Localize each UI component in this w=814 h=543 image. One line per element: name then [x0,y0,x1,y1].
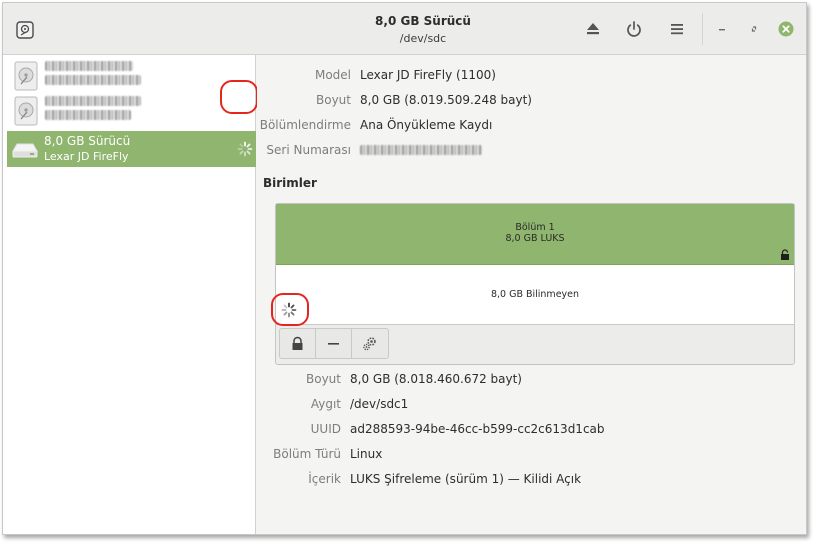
disks-app-icon[interactable] [15,20,35,40]
drive-list-item-selected[interactable]: 8,0 GB Sürücü Lexar JD FireFly [7,131,256,167]
value-device: /dev/sdc1 [350,397,409,411]
drive-details: Model Lexar JD FireFly (1100) Boyut 8,0 … [257,55,806,534]
busy-spinner-icon [237,141,253,157]
value-contents: LUKS Şifreleme (sürüm 1) — Kilidi Açık [350,472,582,486]
value-partitioning: Ana Önyükleme Kaydı [360,118,493,132]
power-icon[interactable] [624,19,644,39]
close-icon[interactable] [776,19,796,39]
lock-volume-button[interactable] [280,329,316,358]
lock-icon [292,336,303,350]
value-serial-redacted [360,145,482,159]
luks-content-block[interactable]: 8,0 GB Bilinmeyen [276,265,794,325]
label-device: Aygıt [310,397,341,411]
harddisk-icon [14,61,38,91]
window-subtitle: /dev/sdc [399,32,447,45]
value-partition-type: Linux [350,447,383,461]
label-partitioning: Bölümlendirme [259,118,351,132]
label-model: Model [314,68,351,82]
highlight-ring-sidebar [220,80,258,114]
redacted-drive-name [45,96,141,124]
value-uuid: ad288593-94be-46cc-b599-cc2c613d1cab [350,422,605,436]
label-contents: İçerik [308,472,341,486]
eject-icon[interactable] [583,19,603,39]
drive-list-item[interactable] [7,58,256,94]
menu-icon[interactable] [667,19,687,39]
minimize-icon[interactable] [712,19,732,39]
partition-block[interactable]: Bölüm 1 8,0 GB LUKS [276,204,794,265]
disks-window: 8,0 GB Sürücü /dev/sdc 8,0 GB Sürücü Lex… [2,2,807,535]
volumes-heading: Birimler [263,176,317,190]
volume-toolbar [279,328,389,359]
harddisk-icon [14,96,38,126]
usb-drive-icon [12,143,38,158]
minus-icon [328,343,339,345]
label-partition-type: Bölüm Türü [273,447,341,461]
content-desc: 8,0 GB Bilinmeyen [490,289,580,300]
drive-name: 8,0 GB Sürücü [44,134,131,148]
gears-icon [363,337,376,351]
partition-desc: 8,0 GB LUKS [505,233,565,244]
header-separator [702,13,703,45]
maximize-icon[interactable] [744,19,764,39]
drive-list: 8,0 GB Sürücü Lexar JD FireFly [3,55,256,534]
label-volume-size: Boyut [306,372,341,386]
label-uuid: UUID [310,422,341,436]
header-bar: 8,0 GB Sürücü /dev/sdc [3,3,806,55]
highlight-ring-volume [271,293,309,326]
label-size: Boyut [316,93,351,107]
drive-list-item[interactable] [7,93,256,129]
value-size: 8,0 GB (8.019.509.248 bayt) [360,93,532,107]
drive-text: 8,0 GB Sürücü Lexar JD FireFly [44,134,130,163]
drive-model: Lexar JD FireFly [44,150,129,163]
value-volume-size: 8,0 GB (8.018.460.672 bayt) [350,372,522,386]
partition-name: Bölüm 1 [515,222,555,233]
title-block: 8,0 GB Sürücü /dev/sdc [303,14,543,45]
window-title: 8,0 GB Sürücü [375,14,471,28]
partition-options-button[interactable] [352,329,388,358]
delete-partition-button[interactable] [316,329,352,358]
redacted-drive-name [45,61,141,89]
lock-icon [781,249,789,260]
label-serial: Seri Numarası [266,143,351,157]
value-model: Lexar JD FireFly (1100) [360,68,496,82]
volume-map: Bölüm 1 8,0 GB LUKS 8,0 GB Bilinmeyen [275,203,795,365]
